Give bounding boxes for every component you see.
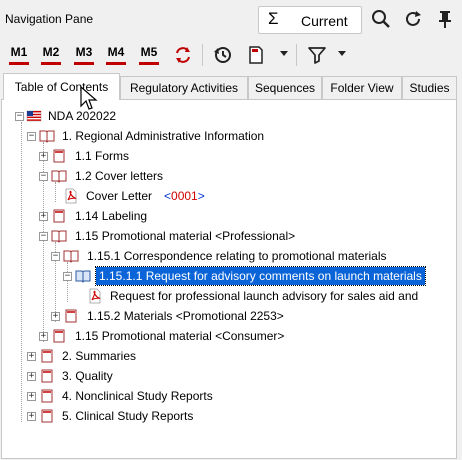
tree-node-module-1[interactable]: − 1. Regional Administrative Information	[2, 127, 456, 145]
milestone-m3-button[interactable]: M3	[72, 44, 96, 66]
toolbar: M1 M2 M3 M4 M5	[0, 38, 462, 70]
search-icon[interactable]	[370, 8, 392, 30]
open-book-icon	[51, 230, 67, 243]
tree-node-label: 1.2 Cover letters	[75, 169, 164, 183]
filter-dropdown-caret[interactable]	[338, 51, 346, 56]
tree-node-label: 1. Regional Administrative Information	[62, 129, 265, 143]
sequence-badge: <0001>	[164, 189, 205, 203]
collapse-toggle[interactable]: −	[63, 272, 72, 281]
collapse-toggle[interactable]: −	[39, 172, 48, 181]
current-view-selector[interactable]: Σ Current	[258, 6, 362, 34]
tree-node-label: 1.15.2 Materials <Promotional 2253>	[87, 309, 284, 323]
pane-title: Navigation Pane	[5, 12, 94, 26]
milestone-m1-button[interactable]: M1	[7, 44, 31, 66]
title-bar: Navigation Pane Σ Current	[0, 0, 462, 38]
tree-node-module-4[interactable]: + 4. Nonclinical Study Reports	[2, 387, 456, 405]
document-icon[interactable]	[245, 44, 267, 66]
toolbar-separator	[296, 44, 297, 66]
history-icon[interactable]	[212, 44, 234, 66]
closed-book-icon	[65, 309, 77, 323]
tree-leaf-cover-letter[interactable]: Cover Letter <0001>	[2, 187, 456, 205]
tab-studies[interactable]: Studies	[402, 76, 457, 100]
current-label: Current	[301, 13, 348, 29]
tab-table-of-contents[interactable]: Table of Contents	[3, 73, 120, 100]
tree-node-label: 1.15 Promotional material <Consumer>	[75, 329, 285, 343]
collapse-toggle[interactable]: −	[51, 252, 60, 261]
expand-toggle[interactable]: +	[27, 392, 36, 401]
tree-node-label: 4. Nonclinical Study Reports	[62, 389, 213, 403]
document-dropdown-caret[interactable]	[280, 51, 288, 56]
pdf-icon	[89, 288, 101, 304]
milestone-m4-button[interactable]: M4	[104, 44, 128, 66]
tree-node-1-15-1-1[interactable]: − 1.15.1.1 Request for advisory comments…	[2, 266, 456, 286]
open-book-icon	[51, 170, 67, 183]
collapse-toggle[interactable]: −	[27, 132, 36, 141]
tree-node-label: 5. Clinical Study Reports	[62, 409, 194, 423]
pin-icon[interactable]	[434, 8, 456, 30]
tree-node-label: 1.15.1 Correspondence relating to promot…	[87, 249, 387, 263]
open-book-blue-icon	[75, 270, 91, 283]
expand-toggle[interactable]: +	[27, 372, 36, 381]
tree-node-label-selected: 1.15.1.1 Request for advisory comments o…	[95, 266, 426, 286]
us-flag-icon	[26, 110, 42, 122]
tab-bar: Table of Contents Regulatory Activities …	[0, 73, 462, 100]
tab-sequences[interactable]: Sequences	[248, 76, 322, 100]
milestone-m2-button[interactable]: M2	[39, 44, 63, 66]
open-book-icon	[63, 250, 79, 263]
closed-book-icon	[53, 329, 65, 343]
tree-node-label: 1.14 Labeling	[75, 209, 148, 223]
tree-node-label: Cover Letter	[86, 189, 153, 203]
expand-toggle[interactable]: +	[27, 412, 36, 421]
tree-node-1-15-consumer[interactable]: + 1.15 Promotional material <Consumer>	[2, 327, 456, 345]
tree-node-root[interactable]: − NDA 202022	[2, 107, 456, 125]
closed-book-icon	[53, 209, 65, 223]
tree-node-1-2[interactable]: − 1.2 Cover letters	[2, 167, 456, 185]
tree-node-module-5[interactable]: + 5. Clinical Study Reports	[2, 407, 456, 425]
closed-book-icon	[41, 409, 53, 423]
tree-node-1-1[interactable]: + 1.1 Forms	[2, 147, 456, 165]
mouse-cursor-icon	[80, 86, 98, 110]
expand-toggle[interactable]: +	[51, 312, 60, 321]
tree-leaf-request-document[interactable]: Request for professional launch advisory…	[2, 287, 456, 305]
closed-book-icon	[41, 389, 53, 403]
refresh-icon[interactable]	[402, 8, 424, 30]
tree-node-1-15-professional[interactable]: − 1.15 Promotional material <Professiona…	[2, 227, 456, 245]
tree-node-module-2[interactable]: + 2. Summaries	[2, 347, 456, 365]
tree-node-label: 2. Summaries	[62, 349, 137, 363]
filter-icon[interactable]	[306, 44, 328, 66]
closed-book-icon	[41, 369, 53, 383]
table-of-contents-tree: − NDA 202022 − 1. Regional Administrativ…	[1, 99, 457, 459]
toolbar-separator	[202, 44, 203, 66]
expand-toggle[interactable]: +	[27, 352, 36, 361]
tab-regulatory-activities[interactable]: Regulatory Activities	[120, 76, 248, 100]
tree-node-label: 1.15 Promotional material <Professional>	[75, 229, 296, 243]
sigma-icon: Σ	[268, 9, 279, 28]
pdf-icon	[65, 188, 77, 204]
collapse-toggle[interactable]: −	[15, 112, 24, 121]
closed-book-icon	[41, 349, 53, 363]
sync-icon[interactable]	[172, 44, 194, 66]
tree-node-label: 1.1 Forms	[75, 149, 130, 163]
collapse-toggle[interactable]: −	[39, 232, 48, 241]
tree-node-label: 3. Quality	[62, 369, 113, 383]
tree-node-1-15-2[interactable]: + 1.15.2 Materials <Promotional 2253>	[2, 307, 456, 325]
expand-toggle[interactable]: +	[39, 332, 48, 341]
milestone-m5-button[interactable]: M5	[137, 44, 161, 66]
tree-node-module-3[interactable]: + 3. Quality	[2, 367, 456, 385]
expand-toggle[interactable]: +	[39, 152, 48, 161]
tab-folder-view[interactable]: Folder View	[322, 76, 402, 100]
tree-node-label: Request for professional launch advisory…	[110, 289, 419, 303]
expand-toggle[interactable]: +	[39, 212, 48, 221]
closed-book-icon	[53, 149, 65, 163]
open-book-icon	[39, 130, 55, 143]
tree-node-1-14[interactable]: + 1.14 Labeling	[2, 207, 456, 225]
tree-node-1-15-1[interactable]: − 1.15.1 Correspondence relating to prom…	[2, 247, 456, 265]
